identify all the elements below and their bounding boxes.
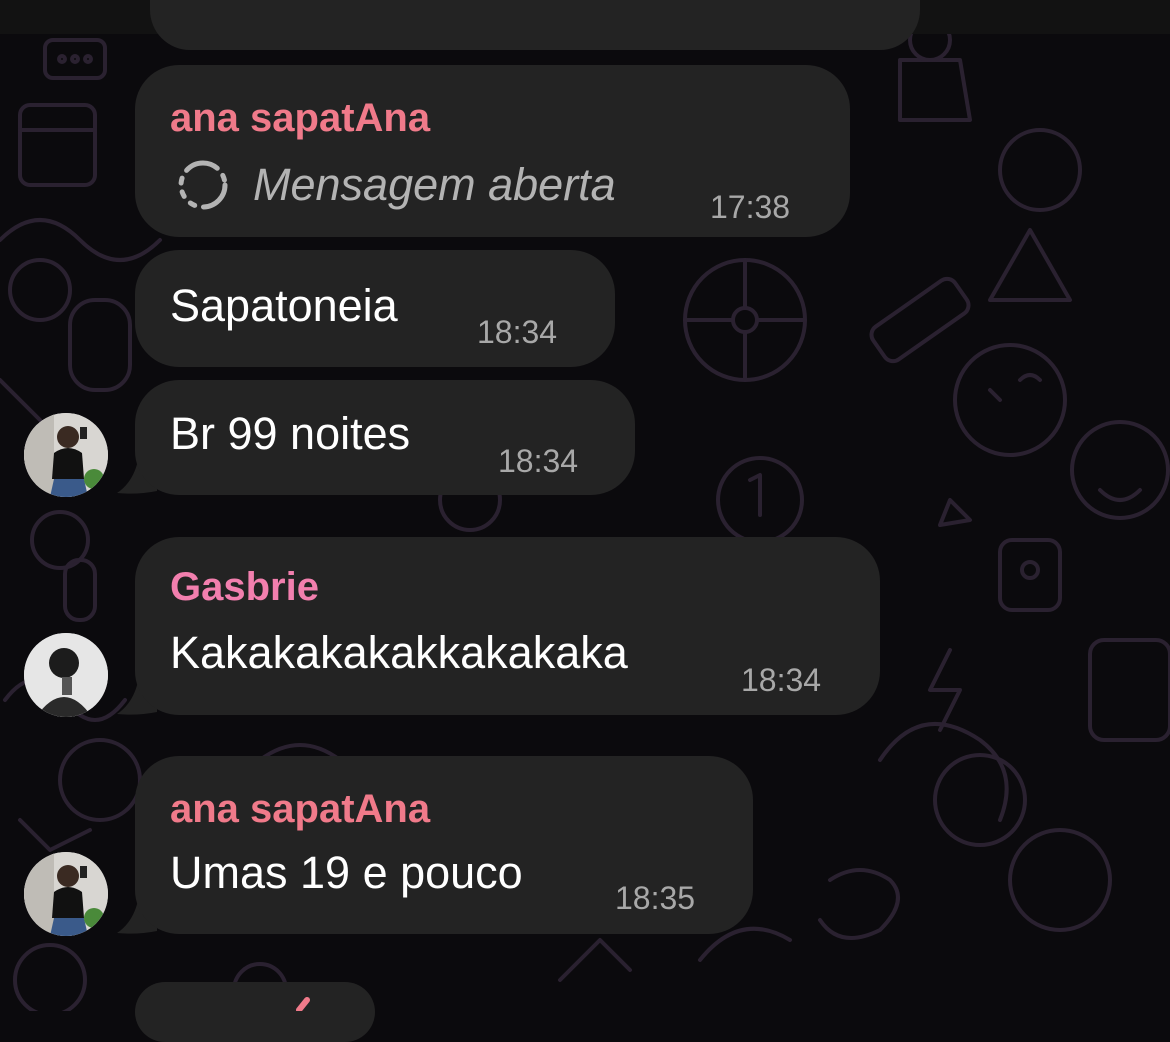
message-sender[interactable]: ana sapatAna [170,95,430,141]
sender-name-fragment [296,997,310,1011]
next-message-bubble [135,982,375,1042]
avatar[interactable] [24,413,108,497]
message-text: Br 99 noites [170,408,411,459]
message-bubble[interactable]: Br 99 noites 18:34 [135,380,635,495]
message-bubble[interactable]: ana sapatAna Umas 19 e pouco 18:35 [135,756,753,934]
message-text: Sapatoneia [170,280,398,331]
message-sender[interactable]: ana sapatAna [170,786,430,832]
message-timestamp: 18:34 [741,662,822,698]
message-text: Umas 19 e pouco [170,847,523,898]
message-sender[interactable]: Gasbrie [170,564,319,610]
message-timestamp: 18:35 [615,880,696,916]
message-timestamp: 18:34 [477,314,558,350]
dashed-circle-icon [178,160,228,210]
message-bubble[interactable]: ana sapatAna Mensagem aberta 17:38 [135,65,850,237]
message-text: Kakakakakakkakakaka [170,627,628,678]
avatar[interactable] [24,852,108,936]
message-text: Mensagem aberta [253,159,616,210]
message-bubble[interactable]: Sapatoneia 18:34 [135,250,615,367]
avatar[interactable] [24,633,108,717]
message-timestamp: 18:34 [498,443,579,479]
previous-message-bubble [150,0,920,50]
message-bubble[interactable]: Gasbrie Kakakakakakkakakaka 18:34 [135,537,880,715]
message-timestamp: 17:38 [710,189,791,225]
